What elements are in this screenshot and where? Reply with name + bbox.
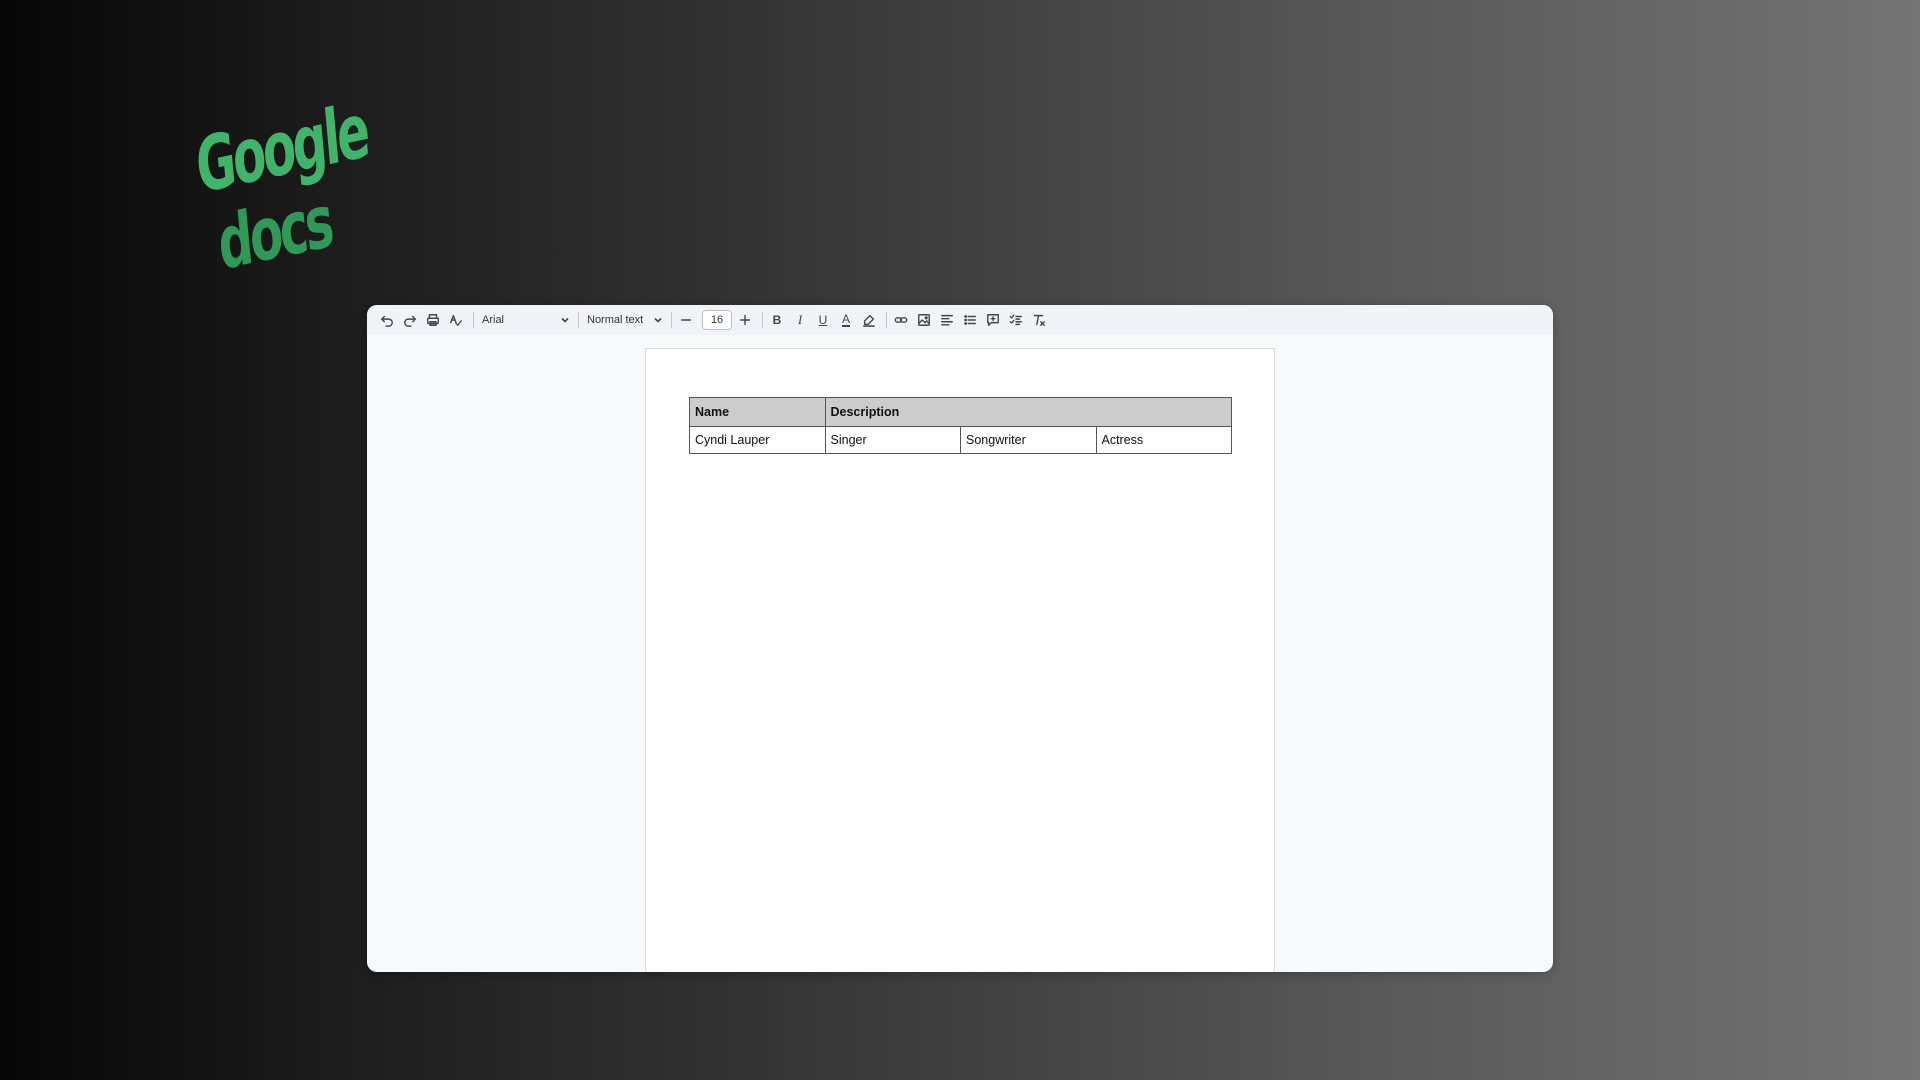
highlighter-icon: [863, 314, 875, 327]
undo-icon: [381, 315, 393, 327]
table-cell[interactable]: Singer: [824, 426, 961, 454]
redo-button[interactable]: [400, 310, 420, 330]
image-icon: [918, 314, 930, 326]
document-table: Name Description Cyndi Lauper Singer Son…: [689, 397, 1232, 454]
table-row: Cyndi Lauper Singer Songwriter Actress: [689, 426, 1232, 454]
toolbar-divider: [671, 312, 672, 328]
table-cell[interactable]: Songwriter: [960, 426, 1097, 454]
insert-image-button[interactable]: [914, 310, 934, 330]
logo-word-docs: docs: [214, 177, 335, 287]
link-icon: [894, 317, 908, 323]
bulleted-list-button[interactable]: [960, 310, 980, 330]
underline-icon: U: [818, 313, 828, 327]
table-header-cell[interactable]: Name: [689, 397, 826, 427]
italic-icon: I: [797, 312, 803, 327]
text-color-button[interactable]: A: [836, 310, 856, 330]
add-comment-button[interactable]: [983, 310, 1003, 330]
clear-formatting-button[interactable]: [1029, 310, 1049, 330]
table-cell[interactable]: Cyndi Lauper: [689, 426, 826, 454]
align-left-icon: [941, 314, 953, 326]
italic-button[interactable]: I: [790, 310, 810, 330]
table-cell[interactable]: Actress: [1095, 426, 1232, 454]
formatting-toolbar: Arial Normal text B I U A: [367, 305, 1553, 335]
chevron-down-icon: [561, 317, 569, 323]
minus-icon: [680, 319, 692, 321]
chevron-down-icon: [654, 317, 662, 323]
comment-icon: [987, 314, 999, 326]
clear-formatting-icon: [1033, 314, 1045, 326]
increase-font-size-button[interactable]: [735, 310, 755, 330]
table-header-row: Name Description: [689, 397, 1232, 427]
font-size-input[interactable]: [702, 310, 732, 330]
checklist-button[interactable]: [1006, 310, 1026, 330]
spellcheck-icon: [450, 314, 462, 326]
toolbar-divider: [578, 312, 579, 328]
align-button[interactable]: [937, 310, 957, 330]
decrease-font-size-button[interactable]: [676, 310, 696, 330]
plus-icon: [739, 314, 751, 326]
bold-icon: B: [772, 313, 782, 327]
document-page[interactable]: Name Description Cyndi Lauper Singer Son…: [645, 348, 1275, 972]
spellcheck-button[interactable]: [446, 310, 466, 330]
highlight-color-button[interactable]: [859, 310, 879, 330]
docs-editor-window: Arial Normal text B I U A: [367, 305, 1553, 972]
table-header-cell[interactable]: Description: [824, 397, 1232, 427]
google-docs-logo: Google docs: [193, 86, 371, 295]
font-family-dropdown[interactable]: Arial: [478, 310, 574, 330]
bold-button[interactable]: B: [767, 310, 787, 330]
toolbar-divider: [762, 312, 763, 328]
text-color-icon: A: [841, 311, 850, 327]
text-style-value: Normal text: [587, 314, 644, 326]
print-button[interactable]: [423, 310, 443, 330]
undo-button[interactable]: [377, 310, 397, 330]
underline-button[interactable]: U: [813, 310, 833, 330]
text-style-dropdown[interactable]: Normal text: [583, 310, 667, 330]
toolbar-divider: [473, 312, 474, 328]
insert-link-button[interactable]: [891, 310, 911, 330]
print-icon: [427, 314, 439, 326]
toolbar-divider: [886, 312, 887, 328]
checklist-icon: [1009, 314, 1022, 326]
bulleted-list-icon: [964, 315, 976, 325]
font-family-value: Arial: [482, 314, 505, 326]
redo-icon: [404, 315, 416, 327]
